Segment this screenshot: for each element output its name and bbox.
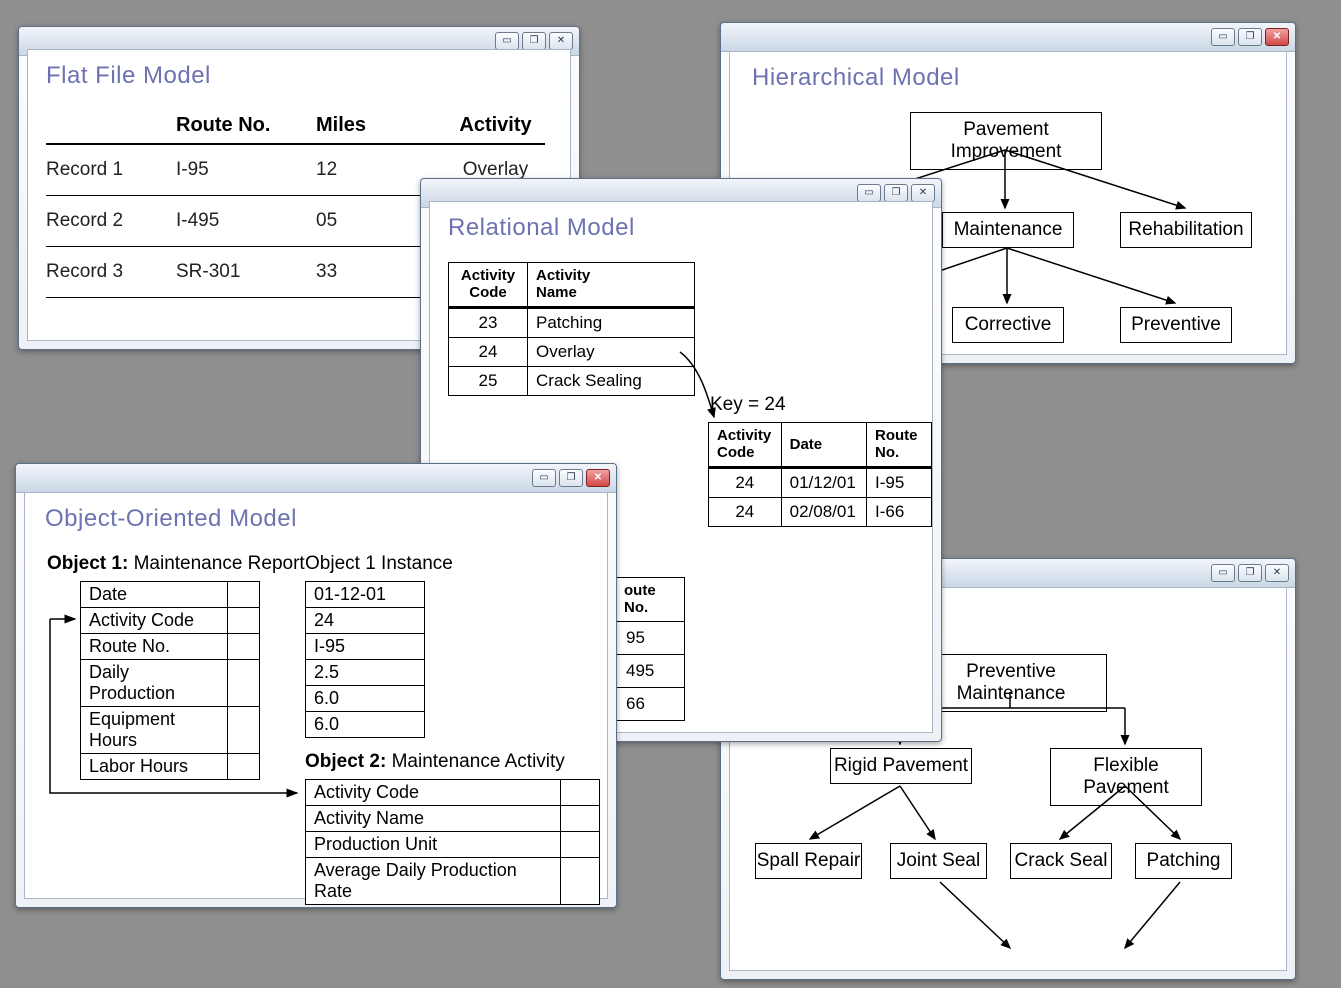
node-crackseal: Crack Seal: [1010, 843, 1112, 879]
object1-instance-label: Object 1 Instance: [305, 553, 453, 575]
window-title: Object-Oriented Model: [45, 505, 297, 533]
table-row: 24Overlay: [449, 337, 695, 366]
titlebar: ▭❐✕: [16, 464, 616, 493]
object1-values: 01-12-01 24 I-95 2.5 6.0 6.0: [305, 581, 425, 738]
maximize-button[interactable]: ❐: [522, 32, 546, 50]
window-controls: ▭ ❐ ✕: [495, 32, 573, 50]
node-flexible: Flexible Pavement: [1050, 748, 1202, 806]
window-title: Relational Model: [448, 214, 635, 242]
activity-table: Activity CodeActivity Name 23Patching 24…: [448, 262, 695, 396]
titlebar: ▭ ❐ ✕: [721, 23, 1295, 52]
table-row: 23Patching: [449, 307, 695, 337]
window-title: Hierarchical Model: [752, 64, 960, 92]
maximize-button[interactable]: ❐: [1238, 28, 1262, 46]
node-spall: Spall Repair: [755, 843, 862, 879]
col-route: Route No.: [176, 114, 316, 137]
close-button[interactable]: ✕: [549, 32, 573, 50]
close-button[interactable]: ✕: [911, 184, 935, 202]
node-rigid: Rigid Pavement: [830, 748, 972, 784]
partial-route-table: oute No. 95 495 66: [615, 577, 685, 721]
window-object-oriented: ▭❐✕ Object-Oriented Model Object 1: Main…: [15, 463, 617, 908]
close-button[interactable]: ✕: [1265, 564, 1289, 582]
table-row: 25Crack Sealing: [449, 366, 695, 395]
date-route-table: Activity CodeDateRoute No. 2401/12/01I-9…: [708, 422, 932, 527]
minimize-button[interactable]: ▭: [857, 184, 881, 202]
node-jointseal: Joint Seal: [890, 843, 987, 879]
object2-fields: Activity Code Activity Name Production U…: [305, 779, 600, 905]
object1-label: Object 1: Maintenance Report: [47, 553, 305, 575]
maximize-button[interactable]: ❐: [884, 184, 908, 202]
node-top: Pavement Improvement: [910, 112, 1102, 170]
maximize-button[interactable]: ❐: [559, 469, 583, 487]
minimize-button[interactable]: ▭: [1211, 28, 1235, 46]
close-button[interactable]: ✕: [586, 469, 610, 487]
minimize-button[interactable]: ▭: [532, 469, 556, 487]
col-miles: Miles: [316, 114, 446, 137]
object2-label: Object 2: Maintenance Activity: [305, 751, 565, 773]
minimize-button[interactable]: ▭: [495, 32, 519, 50]
node-rehabilitation: Rehabilitation: [1120, 212, 1252, 248]
object1-fields: Date Activity Code Route No. Daily Produ…: [80, 581, 260, 780]
node-patching: Patching: [1135, 843, 1232, 879]
key-label: Key = 24: [710, 394, 786, 416]
col-activity: Activity: [446, 114, 545, 137]
node-top: Preventive Maintenance: [915, 654, 1107, 712]
minimize-button[interactable]: ▭: [1211, 564, 1235, 582]
table-row: 2402/08/01I-66: [709, 497, 932, 526]
close-button[interactable]: ✕: [1265, 28, 1289, 46]
window-body: Object-Oriented Model Object 1: Maintena…: [24, 492, 608, 899]
node-preventive: Preventive: [1120, 307, 1232, 343]
node-corrective: Corrective: [952, 307, 1064, 343]
table-row: 2401/12/01I-95: [709, 467, 932, 497]
maximize-button[interactable]: ❐: [1238, 564, 1262, 582]
window-title: Flat File Model: [46, 62, 211, 90]
node-maintenance: Maintenance: [942, 212, 1074, 248]
